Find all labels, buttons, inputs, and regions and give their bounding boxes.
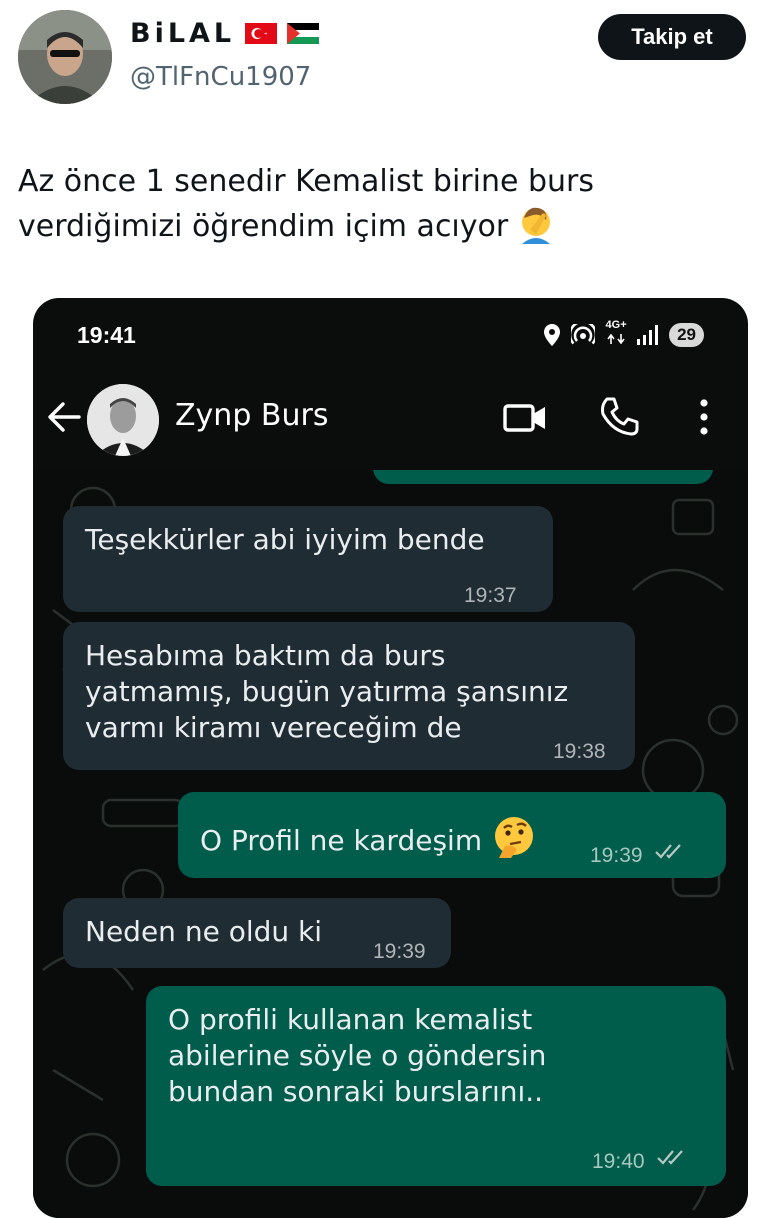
message-text-content: O Profil ne kardeşim: [200, 824, 483, 857]
author-avatar[interactable]: [18, 10, 112, 104]
location-icon: [544, 323, 561, 346]
turkey-flag-icon: [245, 23, 278, 44]
message-text: Hesabıma baktım da burs yatmamış, bugün …: [85, 639, 569, 744]
network-type: 4G+: [605, 319, 627, 331]
author-line: BiLAL: [130, 18, 320, 49]
whatsapp-screenshot: 19:41 4G+ 29 Zynp Burs Teşekkürler abi i…: [33, 298, 748, 1218]
signal-icon: [637, 324, 659, 345]
status-time: 19:41: [77, 322, 136, 348]
message-time: 19:37: [464, 584, 517, 607]
message-text: Teşekkürler abi iyiyim bende: [85, 523, 485, 556]
thinking-face-icon: [495, 817, 533, 858]
message-text: O Profil ne kardeşim: [200, 814, 537, 860]
message-time: 19:39: [590, 844, 643, 867]
author-name[interactable]: BiLAL: [130, 18, 235, 49]
tweet-text-line-2: verdiğimizi öğrendim içim acıyor: [18, 204, 738, 249]
status-bar: 19:41 4G+ 29: [33, 298, 748, 374]
message-bubble-incoming[interactable]: Hesabıma baktım da burs yatmamış, bugün …: [63, 622, 635, 770]
double-check-icon: [655, 844, 681, 859]
message-bubble-outgoing[interactable]: O Profil ne kardeşim 19:39: [178, 792, 726, 878]
chat-header: Zynp Burs: [33, 374, 748, 470]
network-indicator: 4G+: [605, 320, 627, 349]
contact-avatar[interactable]: [87, 384, 159, 456]
status-icons: 4G+ 29: [543, 320, 704, 349]
tweet-text-line-1: Az önce 1 senedir Kemalist birine burs: [18, 164, 595, 199]
author-handle[interactable]: @TlFnCu1907: [130, 62, 311, 92]
tweet-text-line-2-text: verdiğimizi öğrendim içim acıyor: [18, 209, 509, 244]
message-bubble-incoming[interactable]: Teşekkürler abi iyiyim bende 19:37: [63, 506, 553, 612]
phone-call-icon[interactable]: [599, 396, 639, 436]
message-time: 19:39: [373, 940, 426, 963]
message-text: O profili kullanan kemalist abilerine sö…: [168, 1003, 547, 1108]
follow-button[interactable]: Takip et: [598, 14, 746, 60]
message-bubble-incoming[interactable]: Neden ne oldu ki 19:39: [63, 898, 451, 968]
video-call-icon[interactable]: [503, 400, 547, 436]
data-arrows-icon: [607, 333, 625, 345]
message-time: 19:38: [553, 740, 606, 763]
message-bubble-outgoing[interactable]: O profili kullanan kemalist abilerine sö…: [146, 986, 726, 1186]
battery-level: 29: [669, 322, 704, 347]
message-text: Neden ne oldu ki: [85, 915, 323, 948]
tweet-text: Az önce 1 senedir Kemalist birine burs v…: [18, 160, 738, 249]
previous-message-bubble[interactable]: [373, 470, 713, 484]
hotspot-icon: [571, 323, 596, 344]
facepalm-emoji-icon: [522, 207, 551, 244]
palestine-flag-icon: [287, 23, 320, 44]
back-arrow-icon[interactable]: [47, 400, 81, 434]
double-check-icon: [657, 1150, 683, 1165]
more-options-icon[interactable]: [689, 396, 719, 438]
message-time: 19:40: [592, 1150, 645, 1173]
contact-name[interactable]: Zynp Burs: [175, 398, 328, 433]
